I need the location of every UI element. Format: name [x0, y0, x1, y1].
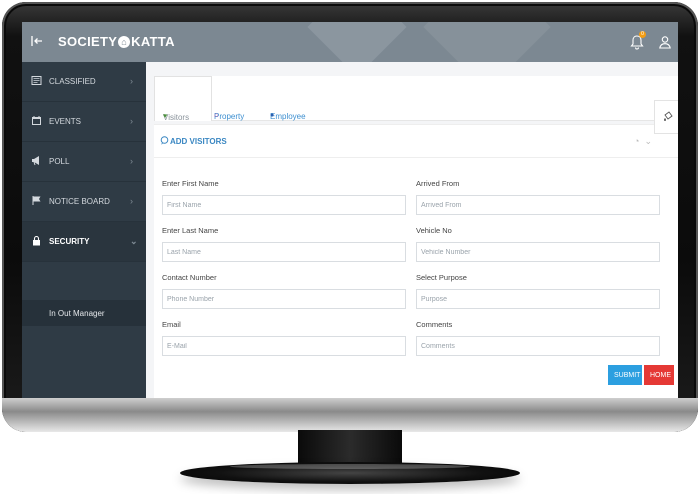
purpose-select[interactable] [416, 289, 660, 309]
email-label: Email [162, 320, 181, 329]
vehicle-number-input[interactable] [416, 242, 660, 262]
collapse-sidebar-icon[interactable] [30, 34, 44, 48]
top-bar: SOCIETY ⌂ KATTA 0 [22, 22, 678, 62]
tab-label: Employee [270, 112, 306, 121]
first-name-label: Enter First Name [162, 179, 219, 188]
tab-visitors[interactable]: Visitors ♥ [154, 76, 212, 122]
panel-header: ADD VISITORS ◔ ⌄ [154, 125, 678, 158]
monitor-base-shine [230, 464, 470, 469]
first-name-input[interactable] [162, 195, 406, 215]
sidebar-item-notice-board[interactable]: NOTICE BOARD › [22, 182, 146, 222]
calendar-icon [32, 116, 41, 125]
vehicle-no-label: Vehicle No [416, 226, 452, 235]
megaphone-icon [32, 156, 39, 166]
last-name-input[interactable] [162, 242, 406, 262]
notification-badge: 0 [639, 31, 646, 38]
tab-label: Property [214, 112, 245, 121]
comments-input[interactable] [416, 336, 660, 356]
sidebar-item-security[interactable]: SECURITY ⌄ [22, 222, 146, 262]
sidebar-item-label: CLASSIFIED [49, 77, 96, 86]
sidebar-item-classified[interactable]: CLASSIFIED › [22, 62, 146, 102]
submit-button[interactable]: SUBMIT [608, 365, 642, 385]
visitor-icon: ♥ [163, 113, 168, 120]
refresh-icon[interactable]: ◔ [634, 136, 639, 146]
topbar-decoration [307, 22, 407, 62]
app-logo[interactable]: SOCIETY ⌂ KATTA [58, 34, 175, 49]
comment-icon [160, 136, 169, 145]
app-screen: SOCIETY ⌂ KATTA 0 CLASSIFIED › EVENTS › PO… [22, 22, 678, 398]
last-name-label: Enter Last Name [162, 226, 219, 235]
tab-property[interactable]: Property ⌂ [212, 76, 264, 121]
brand-right: KATTA [131, 34, 175, 49]
house-logo-icon: ⌂ [118, 36, 131, 48]
chevron-down-icon: ⌄ [130, 236, 138, 246]
flag-icon [32, 196, 41, 205]
sidebar-item-label: SECURITY [49, 237, 90, 246]
paint-bucket-icon [664, 111, 673, 121]
sidebar-subitem-label: In Out Manager [49, 309, 105, 318]
sidebar: CLASSIFIED › EVENTS › POLL › NOTICE BOAR… [22, 62, 146, 398]
tab-bar: Visitors ♥ Property ⌂ Employee ● [154, 76, 678, 122]
add-visitors-panel: ADD VISITORS ◔ ⌄ Enter First Name Arrive… [154, 124, 678, 398]
sidebar-item-poll[interactable]: POLL › [22, 142, 146, 182]
chevron-right-icon: › [130, 156, 133, 166]
lock-icon [33, 235, 40, 246]
chevron-down-icon[interactable]: ⌄ [644, 136, 652, 146]
chevron-right-icon: › [130, 196, 133, 206]
main-content: Visitors ♥ Property ⌂ Employee ● ADD VIS… [146, 62, 678, 398]
sidebar-subitem-in-out-manager[interactable]: In Out Manager [22, 300, 146, 326]
settings-side-tab[interactable] [654, 100, 678, 134]
comments-label: Comments [416, 320, 453, 329]
monitor-chin [2, 398, 698, 432]
sidebar-item-events[interactable]: EVENTS › [22, 102, 146, 142]
brand-left: SOCIETY [58, 34, 118, 49]
purpose-label: Select Purpose [416, 273, 467, 282]
tab-employee[interactable]: Employee ● [266, 76, 326, 121]
email-input[interactable] [162, 336, 406, 356]
panel-title: ADD VISITORS [170, 137, 227, 146]
topbar-decoration [423, 22, 551, 62]
chevron-right-icon: › [130, 116, 133, 126]
newspaper-icon [31, 76, 42, 85]
sidebar-item-label: EVENTS [49, 117, 82, 126]
panel-tools: ◔ ⌄ [634, 136, 652, 147]
home-icon: ⌂ [214, 112, 219, 119]
home-button[interactable]: HOME [644, 365, 674, 385]
sidebar-item-label: POLL [49, 157, 70, 166]
arrived-from-input[interactable] [416, 195, 660, 215]
sidebar-item-label: NOTICE BOARD [49, 197, 110, 206]
contact-number-label: Contact Number [162, 273, 217, 282]
user-icon[interactable] [658, 35, 672, 49]
arrived-from-label: Arrived From [416, 179, 460, 188]
phone-number-input[interactable] [162, 289, 406, 309]
chevron-right-icon: › [130, 76, 133, 86]
person-icon: ● [270, 112, 275, 119]
